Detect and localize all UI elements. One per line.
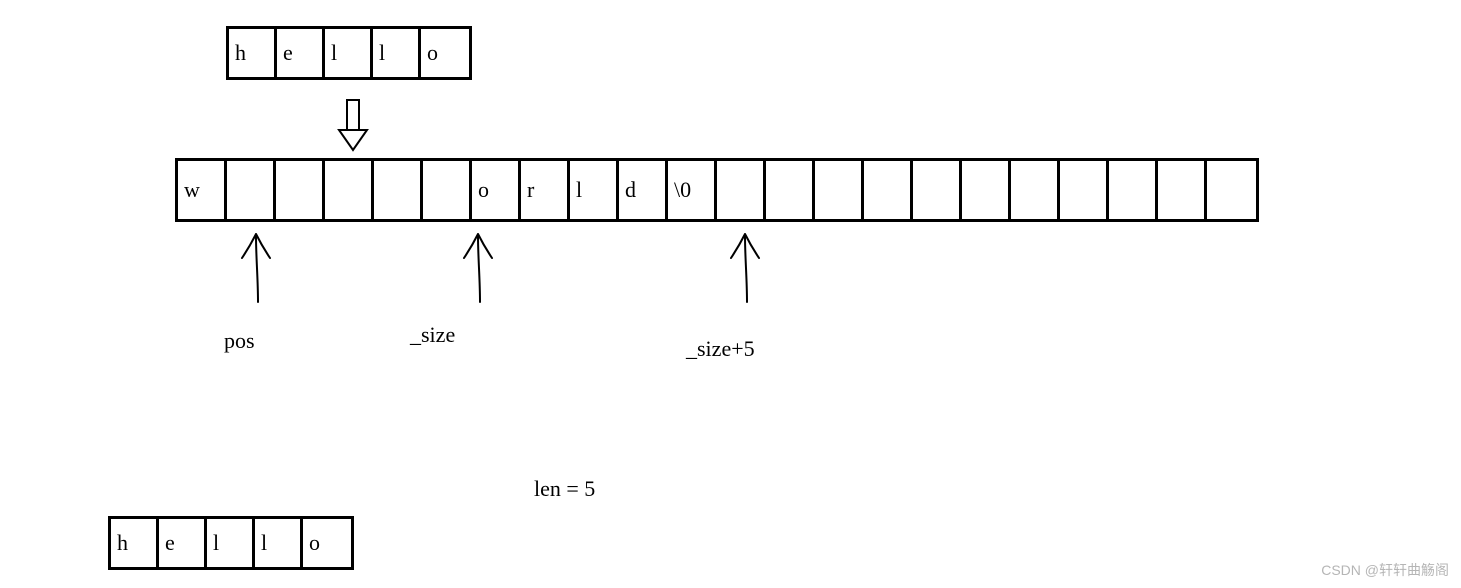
cell: o xyxy=(421,29,469,77)
up-arrow-icon xyxy=(236,228,276,308)
cell xyxy=(423,161,472,219)
cell xyxy=(325,161,374,219)
cell: l xyxy=(207,519,255,567)
cell xyxy=(766,161,815,219)
cell xyxy=(1011,161,1060,219)
up-arrow-icon xyxy=(458,228,498,308)
cell: l xyxy=(255,519,303,567)
cell: l xyxy=(373,29,421,77)
bottom-hello-array: h e l l o xyxy=(108,516,354,570)
cell: o xyxy=(472,161,521,219)
cell: e xyxy=(277,29,325,77)
cell xyxy=(374,161,423,219)
size-plus-label: _size+5 xyxy=(686,336,755,362)
cell: r xyxy=(521,161,570,219)
cell xyxy=(1207,161,1256,219)
pos-label: pos xyxy=(224,328,255,354)
cell xyxy=(815,161,864,219)
down-arrow-icon xyxy=(333,98,373,158)
cell: d xyxy=(619,161,668,219)
cell xyxy=(1109,161,1158,219)
cell xyxy=(227,161,276,219)
size-label: _size xyxy=(410,322,455,348)
cell xyxy=(276,161,325,219)
watermark: CSDN @轩轩曲觞阁 xyxy=(1321,560,1449,580)
cell: o xyxy=(303,519,351,567)
cell xyxy=(913,161,962,219)
cell xyxy=(717,161,766,219)
cell xyxy=(1060,161,1109,219)
len-label: len = 5 xyxy=(534,476,595,502)
cell: h xyxy=(229,29,277,77)
top-hello-array: h e l l o xyxy=(226,26,472,80)
up-arrow-icon xyxy=(725,228,765,308)
cell: l xyxy=(570,161,619,219)
cell: e xyxy=(159,519,207,567)
cell xyxy=(1158,161,1207,219)
cell: w xyxy=(178,161,227,219)
cell: h xyxy=(111,519,159,567)
cell: \0 xyxy=(668,161,717,219)
cell xyxy=(864,161,913,219)
cell xyxy=(962,161,1011,219)
long-array: w o r l d \0 xyxy=(175,158,1259,222)
cell: l xyxy=(325,29,373,77)
